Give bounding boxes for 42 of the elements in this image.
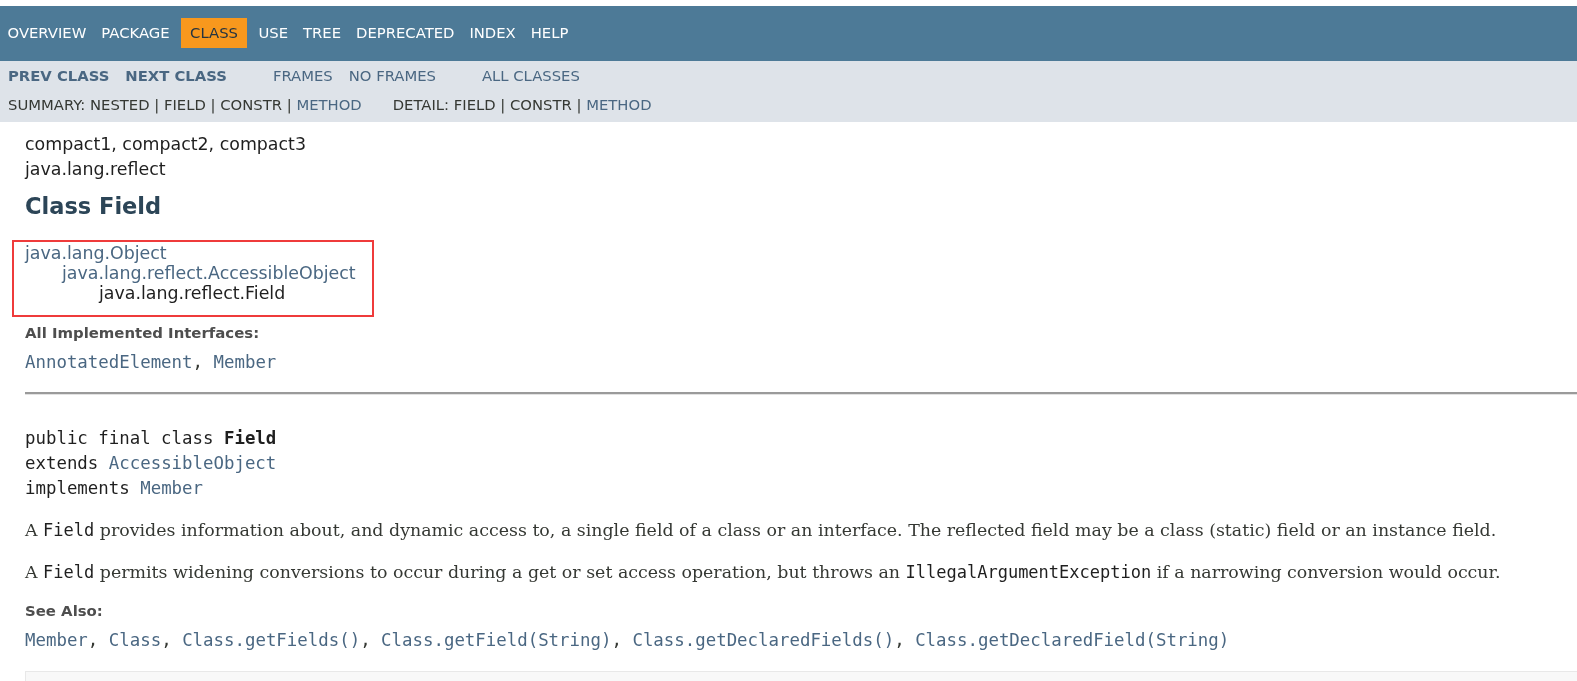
type-link[interactable]: AccessibleObject (108, 453, 277, 473)
all-classes-link[interactable]: ALL CLASSES (481, 67, 580, 85)
nav-tab[interactable]: PACKAGE (93, 18, 178, 48)
see-also-link[interactable]: Class.getFields() (182, 629, 361, 650)
nav-tab[interactable]: USE (250, 18, 296, 48)
see-also-link[interactable]: Class.getDeclaredFields() (632, 629, 895, 650)
nav-tab[interactable]: CLASS (181, 18, 247, 48)
see-also-link[interactable]: Class.getField(String) (381, 629, 612, 650)
frames-link[interactable]: FRAMES (272, 67, 333, 85)
interface-link[interactable]: AnnotatedElement (25, 352, 193, 372)
current-type-name: java.lang.reflect.Field (99, 283, 286, 303)
nav-tab[interactable]: DEPRECATED (348, 18, 462, 48)
type-link[interactable]: Member (140, 478, 203, 498)
detail-nav: DETAIL: FIELD | CONSTR | METHOD (392, 96, 652, 114)
detail-link[interactable]: METHOD (586, 96, 652, 113)
see-also-list: Member, Class, Class.getFields(), Class.getField(String), Class.getDeclaredFields(), Class.getDeclaredField(String) (25, 629, 1577, 650)
see-also-heading: See Also: (25, 601, 104, 620)
superclass-link[interactable]: java.lang.Object (25, 243, 167, 263)
class-nav-link[interactable]: PREV CLASS (8, 67, 110, 85)
superclass-link[interactable]: java.lang.reflect.AccessibleObject (62, 263, 356, 283)
signature-line: extends AccessibleObject (25, 452, 277, 475)
nav-tab[interactable]: HELP (523, 18, 576, 48)
description-text: A Field provides information about, and dynamic access to, a single field of a class or an interface. The reflected field may be a class (static) field or an instance field. (25, 518, 1497, 542)
signature-line: public final class Field (25, 427, 277, 450)
class-title: Class Field (25, 193, 163, 219)
nav-tab[interactable]: OVERVIEW (0, 18, 94, 48)
interfaces-heading: All Implemented Interfaces: (25, 324, 261, 342)
interface-link[interactable]: Member (213, 352, 277, 372)
see-also-link[interactable]: Class.getDeclaredField(String) (915, 629, 1230, 650)
nav-tab[interactable]: INDEX (461, 18, 524, 48)
class-nav-link[interactable]: NEXT CLASS (125, 67, 227, 85)
see-also-link[interactable]: Member (25, 629, 88, 650)
summary-link[interactable]: METHOD (296, 96, 362, 113)
package-name: java.lang.reflect (25, 158, 167, 181)
nav-tab[interactable]: TREE (295, 18, 349, 48)
profiles-text: compact1, compact2, compact3 (25, 133, 307, 156)
signature-line: implements Member (25, 477, 203, 500)
see-also-link[interactable]: Class (108, 629, 162, 650)
description-text: A Field permits widening conversions to occur during a get or set access operation, but throws an IllegalArgumentException if a narrowing conversion would occur. (25, 560, 1501, 584)
summary-nav: SUMMARY: NESTED | FIELD | CONSTR | METHOD (8, 96, 362, 114)
interfaces-list: AnnotatedElement, Member (25, 352, 1577, 372)
frames-link[interactable]: NO FRAMES (348, 67, 436, 85)
